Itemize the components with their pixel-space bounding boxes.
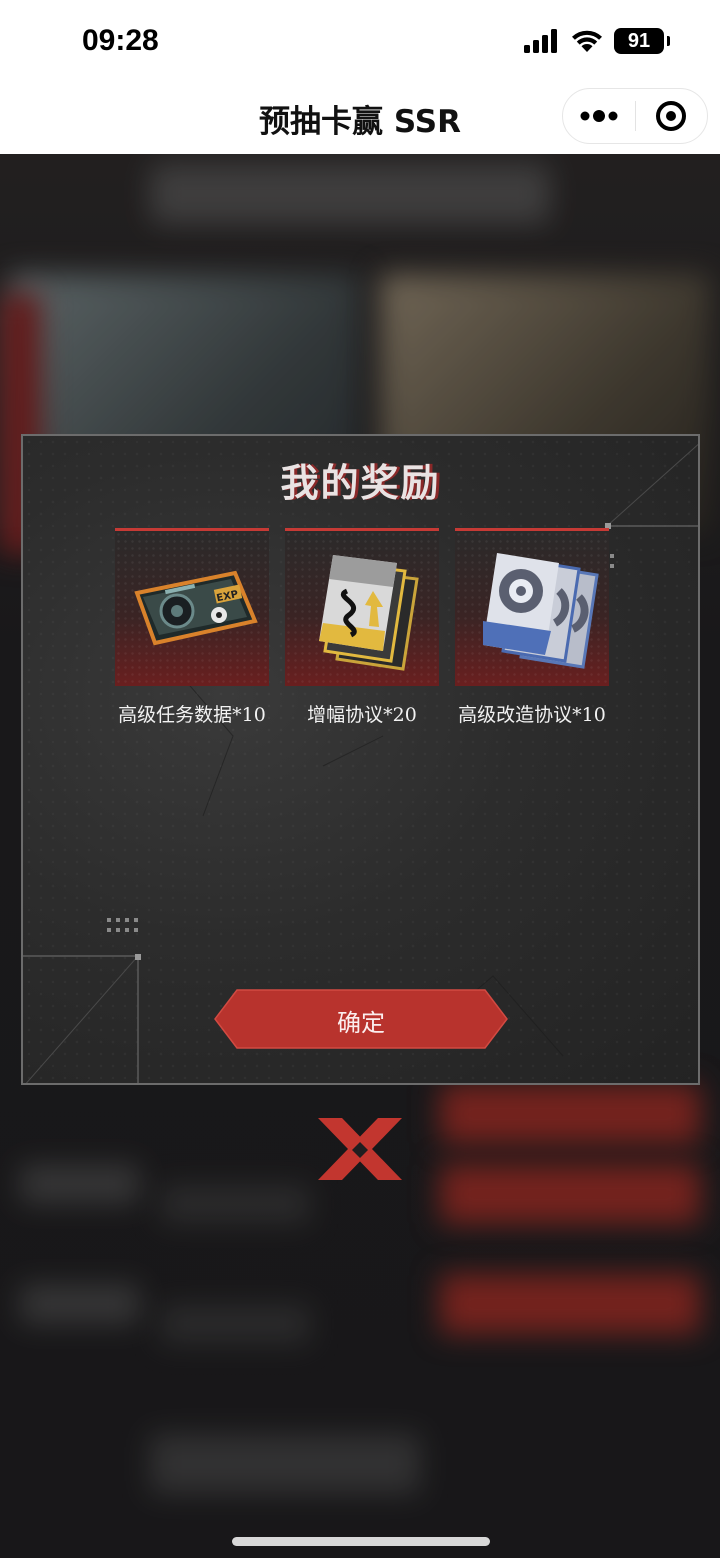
reward-card: EXP — [115, 528, 269, 686]
reward-item: 高级改造协议*10 — [455, 528, 609, 727]
mini-program-capsule — [562, 88, 708, 144]
exp-data-card-icon: EXP — [134, 570, 258, 646]
home-indicator — [232, 1537, 490, 1546]
signal-bars-icon — [524, 29, 557, 53]
reward-card — [455, 528, 609, 686]
more-dots-icon — [580, 110, 618, 122]
reward-label: 高级改造协议*10 — [458, 704, 606, 726]
target-icon — [656, 101, 687, 131]
modal-title: 我的奖励 — [280, 460, 441, 505]
confirm-button[interactable]: 确定 — [213, 988, 509, 1050]
close-miniprogram-button[interactable] — [636, 89, 708, 143]
wifi-icon — [572, 30, 602, 52]
status-time: 09:28 — [82, 24, 159, 57]
battery-level: 91 — [627, 29, 651, 52]
more-button[interactable] — [563, 89, 635, 143]
status-icons: 91 — [524, 28, 670, 54]
close-modal-button[interactable] — [312, 1114, 408, 1184]
reward-item: 增幅协议*20 — [285, 528, 439, 727]
reward-item: EXP 高级任务数据*10 — [115, 528, 269, 727]
reward-card — [285, 528, 439, 686]
close-x-icon — [318, 1118, 402, 1180]
increase-agreement-icon — [319, 555, 419, 671]
nav-bar: 预抽卡赢 SSR — [0, 88, 720, 154]
confirm-label: 确定 — [337, 1009, 385, 1037]
reward-modal: 我的奖励 EXP 高级任务数据*10 增幅协议*20 高级改造协议*10 确定 — [21, 434, 700, 1085]
reward-list: EXP 高级任务数据*10 增幅协议*20 高级改造协议*10 — [115, 528, 615, 728]
battery-icon: 91 — [614, 28, 670, 54]
transform-protocol-icon — [483, 553, 599, 669]
status-bar: 09:28 91 — [0, 0, 720, 88]
